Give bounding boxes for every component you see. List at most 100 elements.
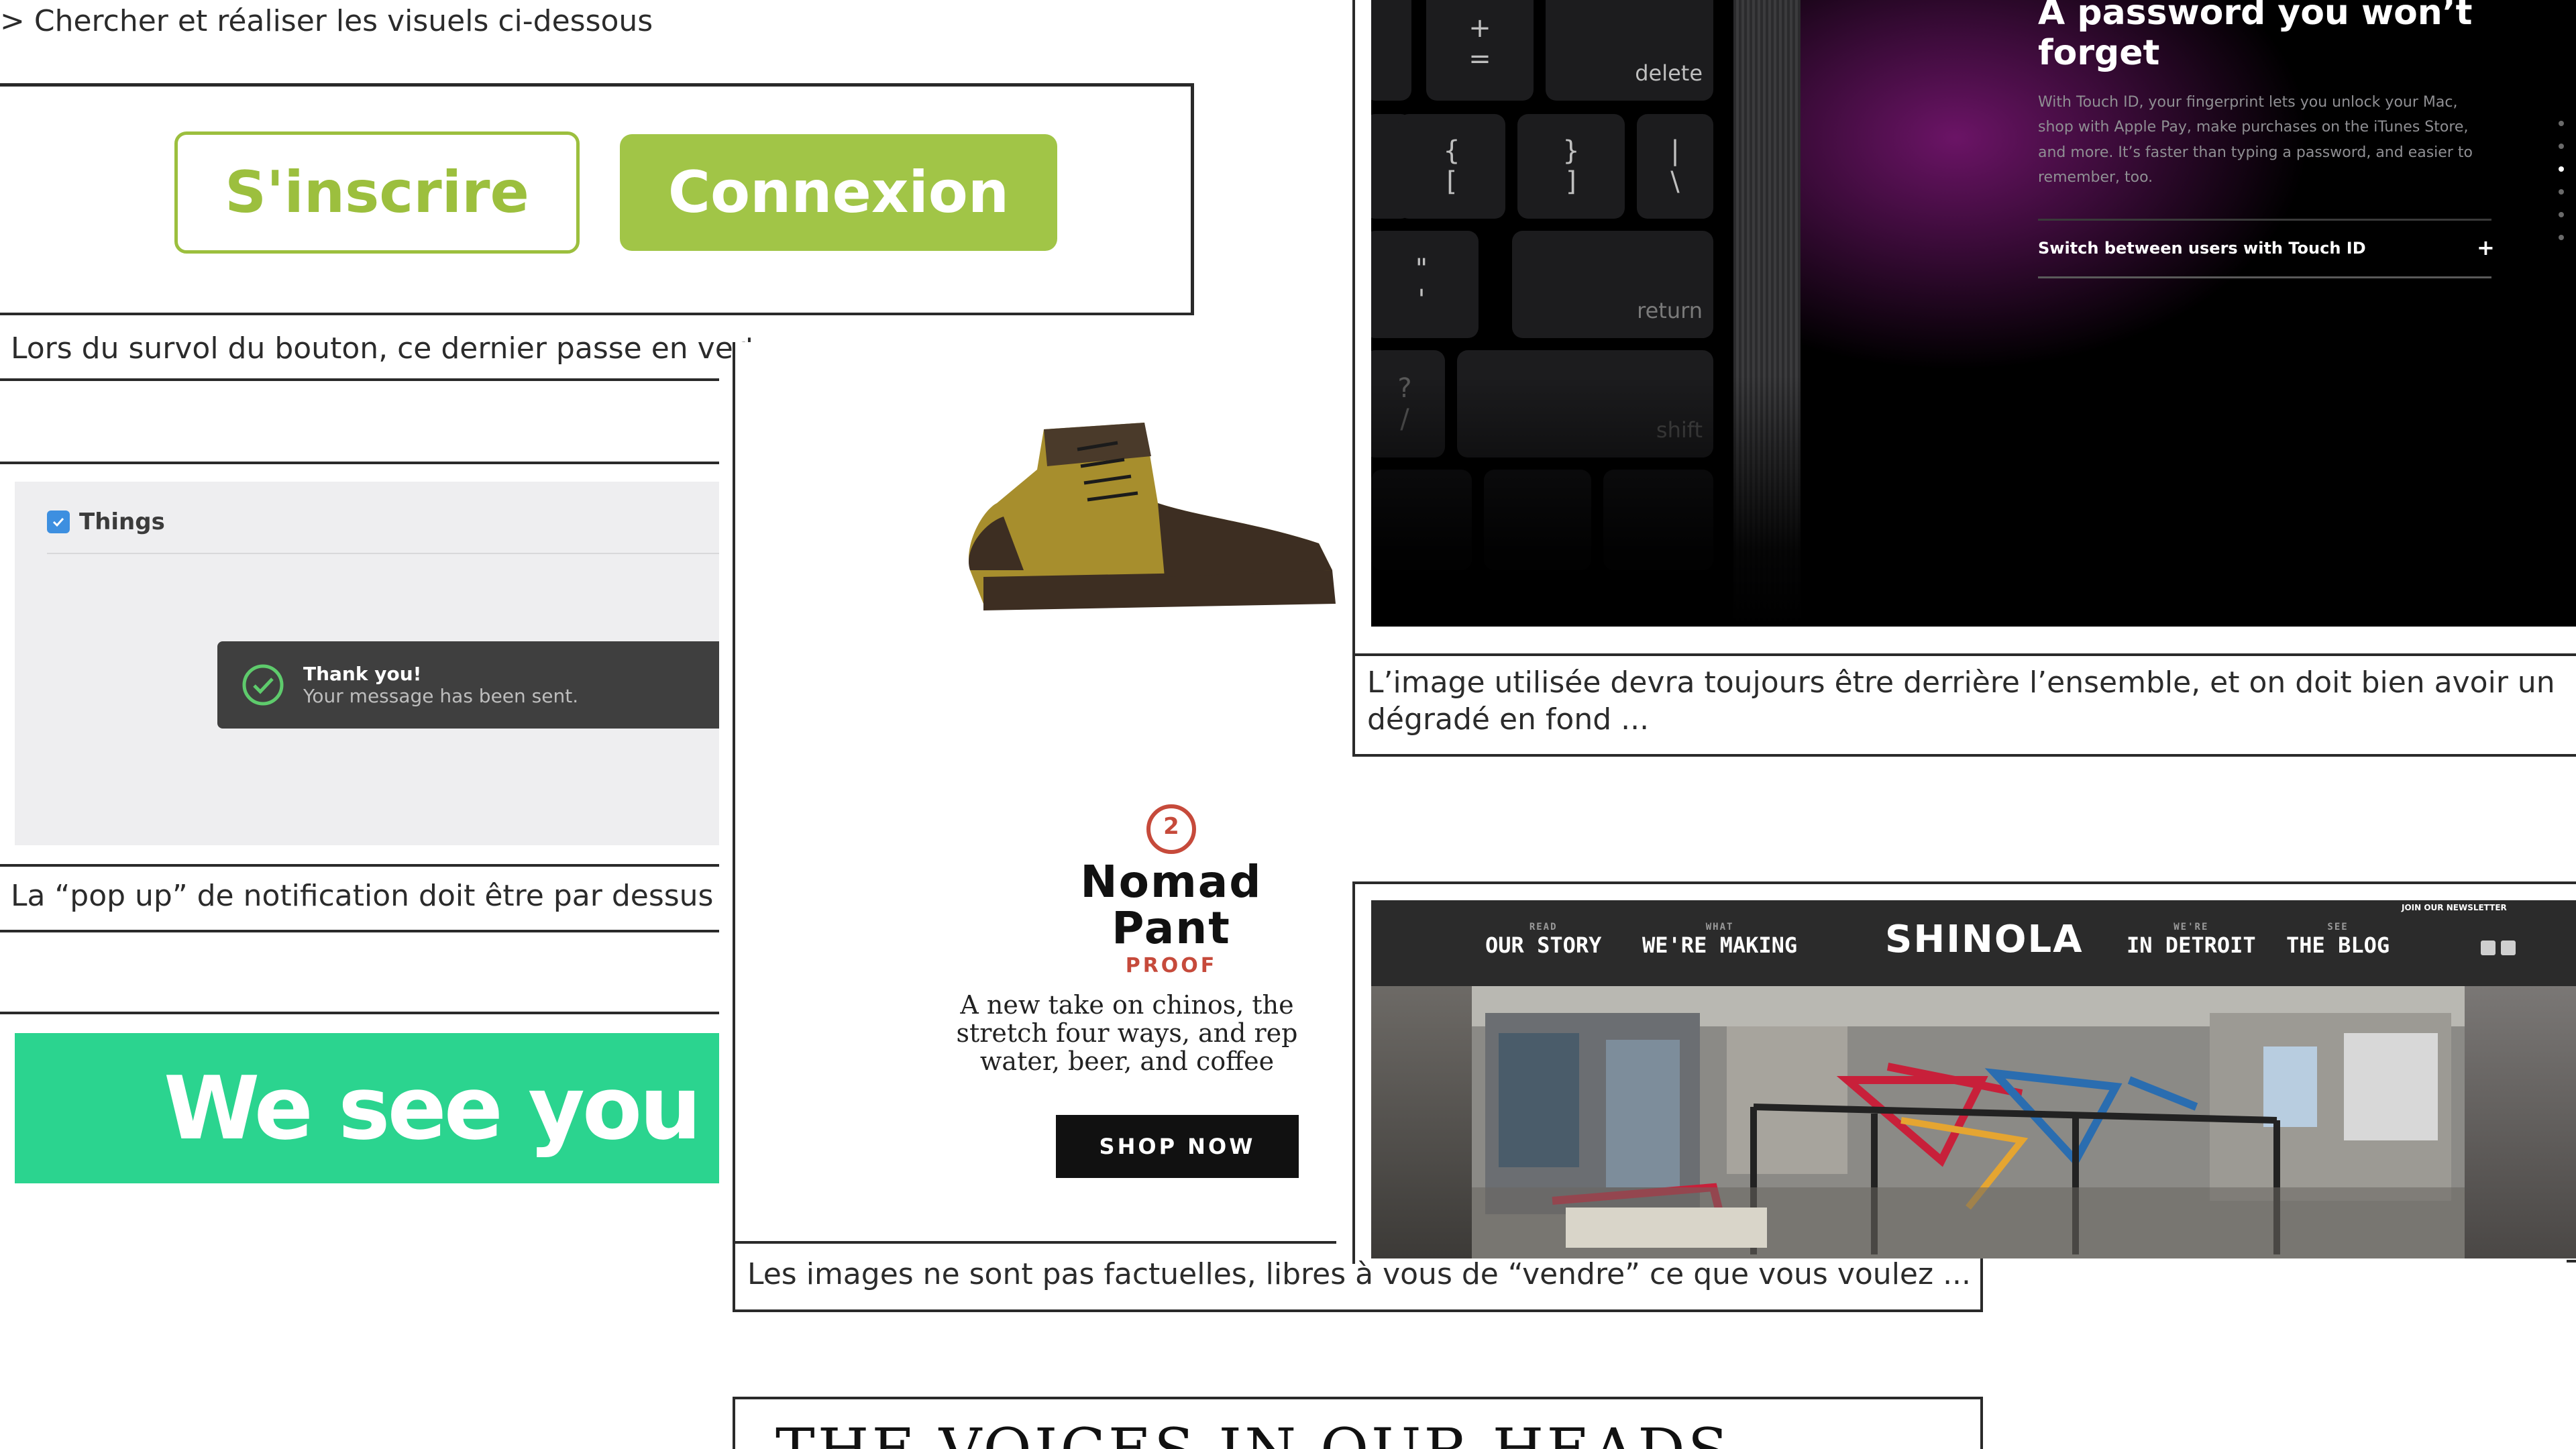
- factory-photo-left: [1371, 986, 1472, 1258]
- factory-photo-right: [2465, 986, 2576, 1258]
- voices-clip: THE VOICES IN OUR HEADS: [735, 1399, 1980, 1449]
- touchid-link-bottom-rule: [2038, 276, 2491, 278]
- green-banner: We see you th: [15, 1033, 719, 1183]
- product-description: A new take on chinos, the stretch four w…: [916, 991, 1338, 1075]
- key-delete: delete: [1546, 0, 1713, 101]
- nav-were-making[interactable]: WHAT WE'RE MAKING: [1642, 922, 1797, 958]
- divider: [0, 1012, 719, 1014]
- product-desc-line3: water, beer, and coffee: [979, 1046, 1275, 1076]
- key-bracket-open-label: [: [1446, 166, 1457, 197]
- divider: [0, 313, 1194, 315]
- touchid-body-line4: remember, too.: [2038, 169, 2153, 186]
- factory-photo: [1472, 986, 2465, 1258]
- product-title-line1: Nomad: [1080, 856, 1263, 908]
- things-divider: [47, 553, 719, 554]
- twitter-icon[interactable]: [2501, 941, 2516, 955]
- pagination-dot[interactable]: [2559, 235, 2564, 240]
- divider: [733, 1309, 1983, 1312]
- touchid-caption-line2: dégradé en fond ...: [1367, 702, 1650, 737]
- nav-small-label: READ: [1529, 922, 1558, 932]
- login-button[interactable]: Connexion: [620, 134, 1057, 251]
- toast-title: Thank you!: [303, 663, 422, 685]
- pagination-dot[interactable]: [2559, 212, 2564, 217]
- divider: [0, 378, 719, 381]
- checkbox-icon: [47, 511, 70, 533]
- shinola-logo[interactable]: SHINOLA: [1885, 918, 2084, 961]
- touchid-body-line3: and more. It’s faster than typing a pass…: [2038, 144, 2473, 161]
- nav-in-detroit[interactable]: WE'RE IN DETROIT: [2127, 922, 2256, 958]
- key-apostrophe-label: ': [1417, 284, 1426, 315]
- facebook-icon[interactable]: [2481, 941, 2496, 955]
- key-braces-close: } ]: [1517, 114, 1625, 219]
- pagination-dot[interactable]: [2559, 144, 2564, 149]
- product-subtitle: PROOF: [1125, 954, 1218, 977]
- divider: [1352, 881, 1355, 1264]
- pagination-dots[interactable]: [2559, 121, 2567, 240]
- key-return-label: return: [1637, 298, 1703, 323]
- touchid-body-line2: shop with Apple Pay, make purchases on t…: [2038, 119, 2469, 136]
- divider: [0, 930, 719, 932]
- nav-small-label: WE'RE: [2174, 922, 2209, 932]
- newsletter-link[interactable]: JOIN OUR NEWSLETTER: [2402, 903, 2507, 912]
- toast-text: Thank you! Your message has been sent.: [303, 663, 578, 707]
- key-plus: [1371, 0, 1411, 101]
- keyboard-fade: [1371, 376, 1814, 627]
- product-panel: 2 Nomad Pant PROOF A new take on chinos,…: [733, 342, 1336, 1244]
- product-desc-line1: A new take on chinos, the: [960, 991, 1294, 1020]
- instruction-text: > Chercher et réaliser les visuels ci-de…: [0, 4, 653, 38]
- pagination-dot[interactable]: [2559, 121, 2564, 126]
- banner-headline: We see you th: [164, 1057, 719, 1159]
- divider: [0, 462, 719, 464]
- key-delete-label: delete: [1635, 60, 1703, 86]
- touchid-panel: + = delete { [ } ] | \ " ' return ? / sh…: [1371, 0, 2576, 627]
- divider: [1352, 653, 2576, 656]
- key-braces-open: { [: [1398, 114, 1505, 219]
- nav-our-story[interactable]: READ OUR STORY: [1485, 922, 1601, 958]
- key-brace-open-label: {: [1443, 136, 1460, 166]
- divider: [1352, 754, 2576, 757]
- touchid-caption: L’image utilisée devra toujours être der…: [1367, 664, 2555, 738]
- nav-small-label: WHAT: [1705, 922, 1734, 932]
- key-bracket-close-label: ]: [1566, 166, 1576, 197]
- buttons-caption: Lors du survol du bouton, ce dernier pas…: [11, 331, 767, 366]
- key-pipe-backslash: | \: [1637, 114, 1713, 219]
- divider: [2567, 1260, 2576, 1263]
- shop-now-button[interactable]: SHOP NOW: [1056, 1115, 1299, 1178]
- pagination-dot[interactable]: [2559, 189, 2564, 195]
- divider: [1191, 83, 1194, 315]
- key-plus-equals: + =: [1426, 0, 1534, 101]
- nav-the-blog[interactable]: SEE THE BLOG: [2286, 922, 2390, 958]
- divider: [0, 864, 719, 867]
- divider: [1352, 881, 2576, 884]
- key-brace-close-label: }: [1562, 136, 1580, 166]
- toast-message: Your message has been sent.: [303, 685, 579, 707]
- key-equals-label: =: [1468, 44, 1491, 74]
- nav-label: OUR STORY: [1485, 932, 1602, 958]
- plus-icon[interactable]: +: [2477, 235, 2495, 260]
- things-panel: Things Thank you! Your message has been …: [15, 482, 719, 845]
- things-header: Things: [47, 508, 165, 535]
- nav-label: THE BLOG: [2286, 932, 2390, 958]
- nav-label: IN DETROIT: [2127, 932, 2256, 958]
- divider: [1352, 0, 1355, 757]
- divider: [733, 1244, 735, 1312]
- product-title-line2: Pant: [1112, 902, 1231, 955]
- signup-button[interactable]: S'inscrire: [174, 131, 580, 254]
- product-desc-line2: stretch four ways, and rep: [956, 1018, 1298, 1048]
- badge-number: 2: [1163, 813, 1179, 840]
- key-plus-label: +: [1468, 13, 1491, 44]
- divider: [0, 83, 1194, 87]
- pagination-dot[interactable]: [2559, 166, 2564, 172]
- voices-headline: THE VOICES IN OUR HEADS: [775, 1415, 1731, 1449]
- touchid-switch-users-link[interactable]: Switch between users with Touch ID: [2038, 239, 2366, 258]
- boot-image: [969, 423, 1336, 610]
- touchid-heading: A password you won’t forget: [2038, 0, 2521, 74]
- things-caption-clip: La “pop up” de notification doit être pa…: [0, 879, 719, 926]
- key-return: return: [1512, 231, 1713, 338]
- touchid-heading-line2: forget: [2038, 32, 2160, 73]
- touchid-body-line1: With Touch ID, your fingerprint lets you…: [2038, 94, 2458, 111]
- things-caption: La “pop up” de notification doit être pa…: [11, 879, 719, 913]
- touchid-link-top-rule: [2038, 219, 2491, 221]
- key-quote: " ': [1371, 231, 1479, 338]
- touchid-heading-line1: A password you won’t: [2038, 0, 2473, 33]
